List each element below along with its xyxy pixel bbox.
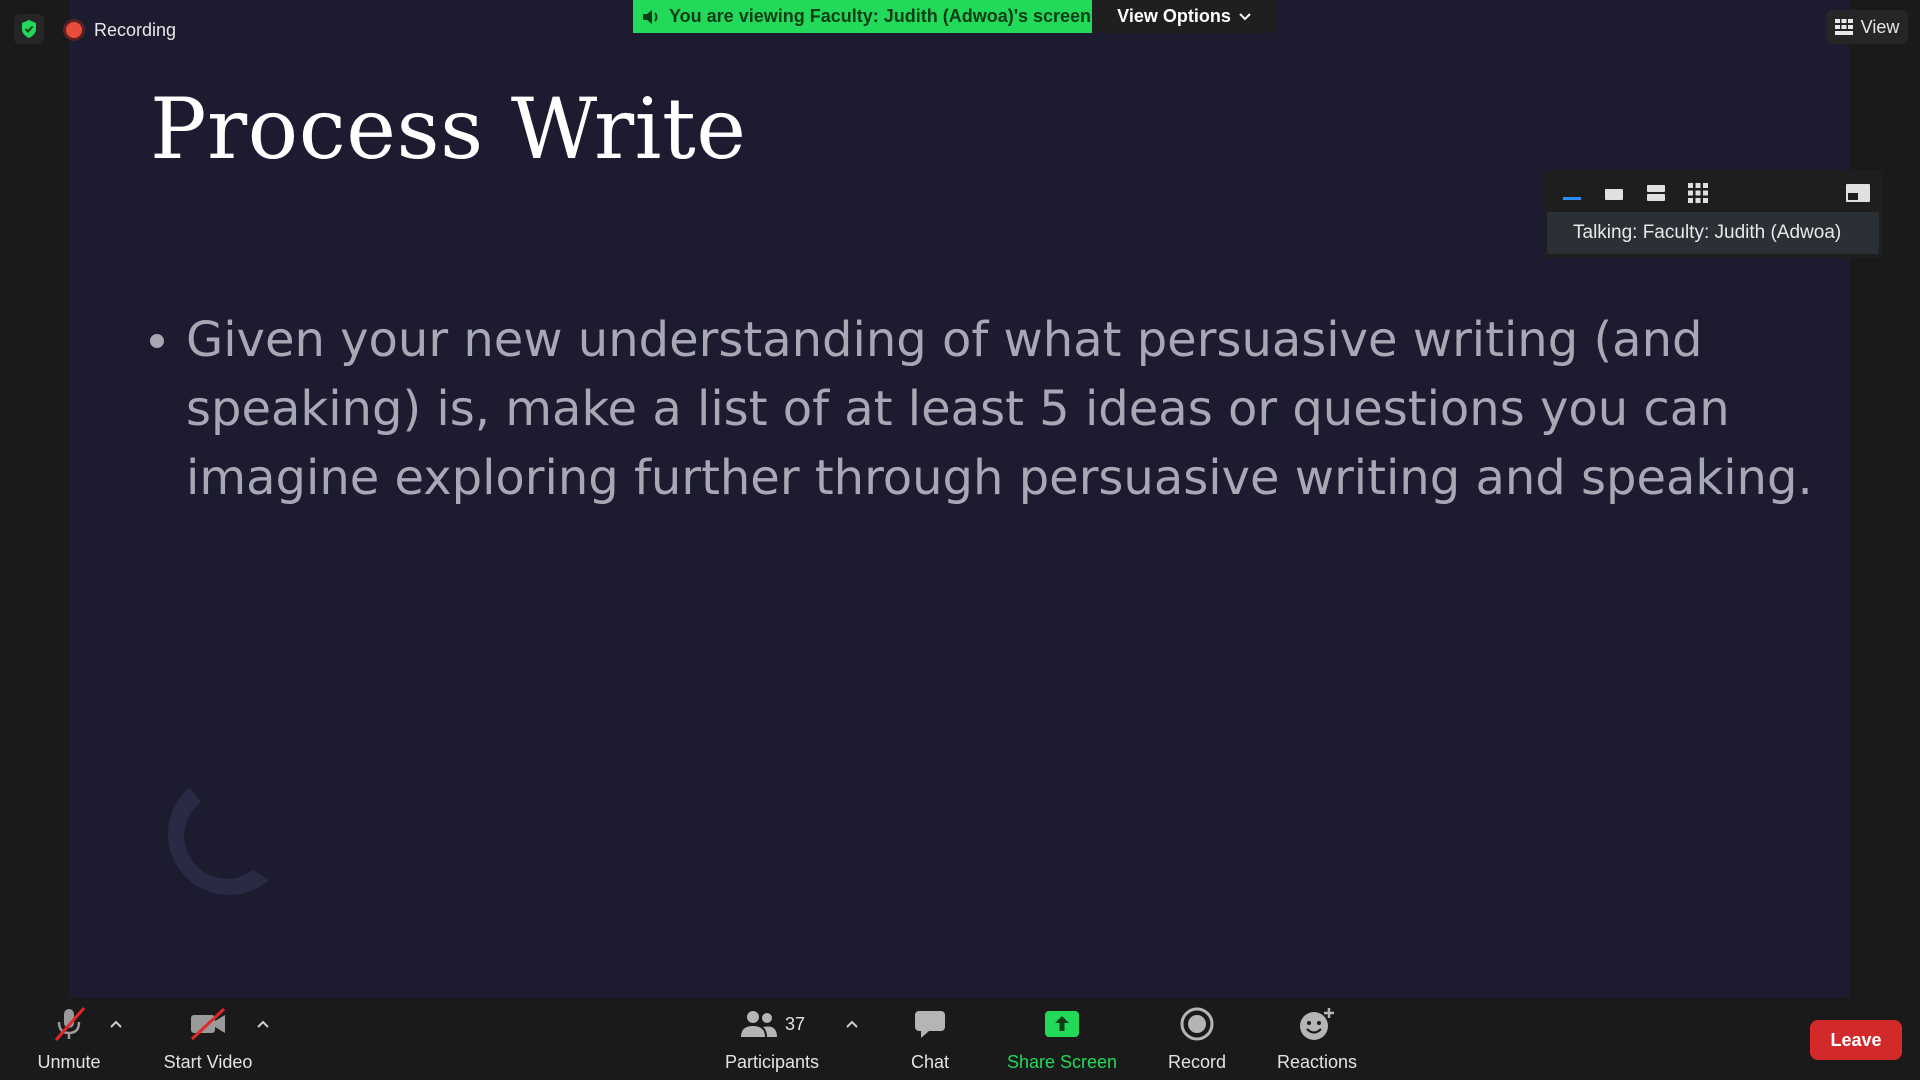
security-shield-icon[interactable] [14, 14, 44, 44]
start-video-label: Start Video [163, 1052, 253, 1072]
meeting-window: Process Write Given your new understandi… [0, 0, 1920, 1080]
start-video-button[interactable]: Start Video [158, 1002, 258, 1078]
participants-icon-row: 37 [739, 1002, 805, 1046]
chevron-down-icon [1239, 12, 1251, 20]
grid-view-icon [1834, 19, 1853, 35]
participants-icon [740, 1011, 777, 1037]
leave-button[interactable]: Leave [1810, 1020, 1902, 1060]
bullet-text: Given your new understanding of what per… [186, 312, 1813, 506]
participants-label: Participants [724, 1052, 820, 1072]
view-label: View [1860, 16, 1900, 37]
viewing-screen-banner: You are viewing Faculty: Judith (Adwoa)'… [633, 0, 1092, 33]
recording-dot-icon [66, 22, 82, 38]
panel-layout-controls [1553, 178, 1873, 208]
record-icon [1180, 1002, 1214, 1046]
speaker-audio-icon [643, 9, 658, 24]
participants-button[interactable]: 37 Participants [715, 1002, 829, 1078]
exit-split-icon[interactable] [1843, 178, 1873, 208]
side-by-side-icon[interactable] [1641, 178, 1671, 208]
participants-options-caret-icon[interactable] [842, 1014, 862, 1034]
share-screen-button[interactable]: Share Screen [1002, 1002, 1122, 1078]
minimize-icon[interactable] [1557, 178, 1587, 208]
shared-screen: Process Write Given your new understandi… [69, 0, 1850, 998]
decorative-arc-icon [168, 788, 269, 895]
slide-bullet: Given your new understanding of what per… [150, 306, 1850, 513]
speaker-view-icon[interactable] [1599, 178, 1629, 208]
record-button[interactable]: Record [1160, 1002, 1234, 1078]
share-screen-icon [1044, 1002, 1080, 1046]
chat-button[interactable]: Chat [900, 1002, 960, 1078]
chat-bubble-icon [914, 1002, 946, 1046]
bullet-dot [150, 334, 164, 348]
active-speaker-panel: Talking: Faculty: Judith (Adwoa) [1543, 170, 1883, 258]
unmute-label: Unmute [37, 1052, 101, 1072]
talking-indicator: Talking: Faculty: Judith (Adwoa) [1547, 212, 1879, 254]
audio-options-caret-icon[interactable] [106, 1014, 126, 1034]
reactions-smiley-icon [1298, 1002, 1336, 1046]
view-button[interactable]: View [1826, 10, 1908, 44]
slide-title: Process Write [150, 80, 747, 178]
recording-label: Recording [94, 19, 177, 40]
recording-indicator[interactable]: Recording [66, 16, 176, 44]
share-screen-label: Share Screen [1006, 1052, 1118, 1072]
gallery-grid-icon[interactable] [1683, 178, 1713, 208]
reactions-label: Reactions [1276, 1052, 1358, 1072]
view-options-button[interactable]: View Options [1092, 0, 1276, 33]
reactions-button[interactable]: Reactions [1274, 1002, 1360, 1078]
viewing-banner-text: You are viewing Faculty: Judith (Adwoa)'… [669, 6, 1092, 26]
microphone-muted-icon [52, 1002, 86, 1046]
view-options-label: View Options [1117, 6, 1231, 26]
record-label: Record [1167, 1052, 1227, 1072]
video-options-caret-icon[interactable] [253, 1014, 273, 1034]
chat-label: Chat [910, 1052, 950, 1072]
meeting-toolbar: Unmute Start Video 37 Participants Chat … [0, 998, 1920, 1080]
video-off-icon [188, 1002, 228, 1046]
unmute-button[interactable]: Unmute [28, 1002, 110, 1078]
participants-count: 37 [784, 1013, 806, 1034]
